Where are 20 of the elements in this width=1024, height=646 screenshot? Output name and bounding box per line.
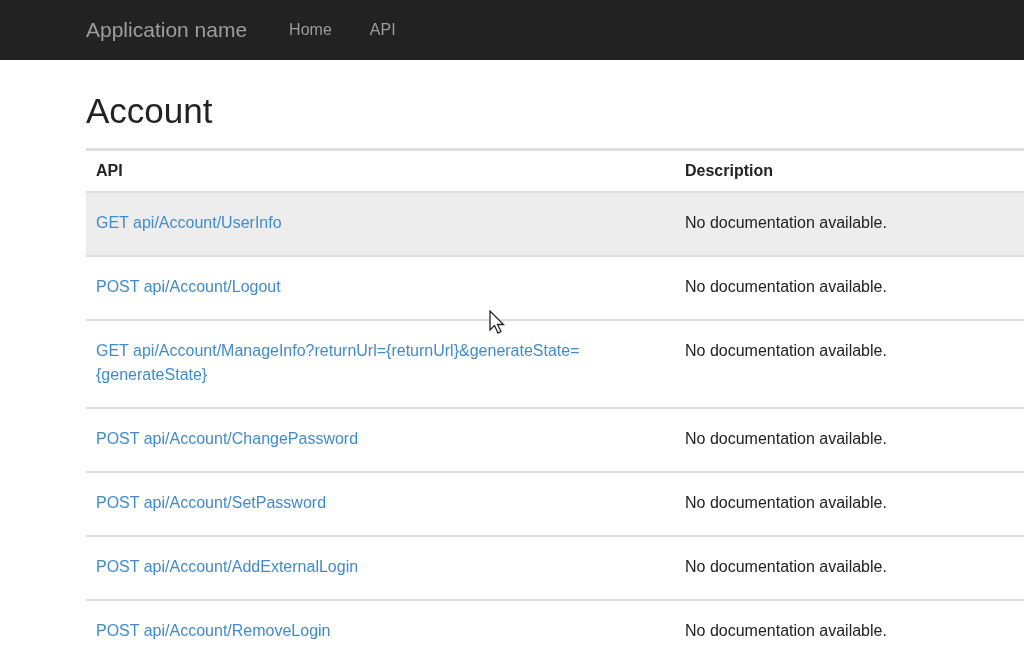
nav-link[interactable]: Home [289,21,332,39]
table-cell-text: No documentation available. [684,213,888,233]
table-cell-text: No documentation available. [684,429,888,449]
api-link[interactable]: POST api/Account/RemoveLogin [86,619,675,643]
brand-link[interactable]: Application name [86,18,248,42]
api-link[interactable]: GET api/Account/ManageInfo?returnUrl={returnUrl}&generateState={generateState} [86,339,675,387]
api-link[interactable]: GET api/Account/UserInfo [86,211,675,235]
section-heading: Account [86,90,214,132]
table-cell-text: No documentation available. [684,621,888,641]
api-link[interactable]: POST api/Account/Logout [86,275,675,299]
api-link[interactable]: POST api/Account/SetPassword [86,491,675,515]
column-header: Description [684,161,774,181]
table-cell-text: No documentation available. [684,493,888,513]
table-cell-text: No documentation available. [684,557,888,577]
table-cell-text: No documentation available. [684,341,888,361]
nav-link[interactable]: API [369,21,396,39]
api-link[interactable]: POST api/Account/AddExternalLogin [86,555,675,579]
api-link[interactable]: POST api/Account/ChangePassword [86,427,675,451]
table-cell-text: No documentation available. [684,277,888,297]
column-header: API [95,161,124,181]
